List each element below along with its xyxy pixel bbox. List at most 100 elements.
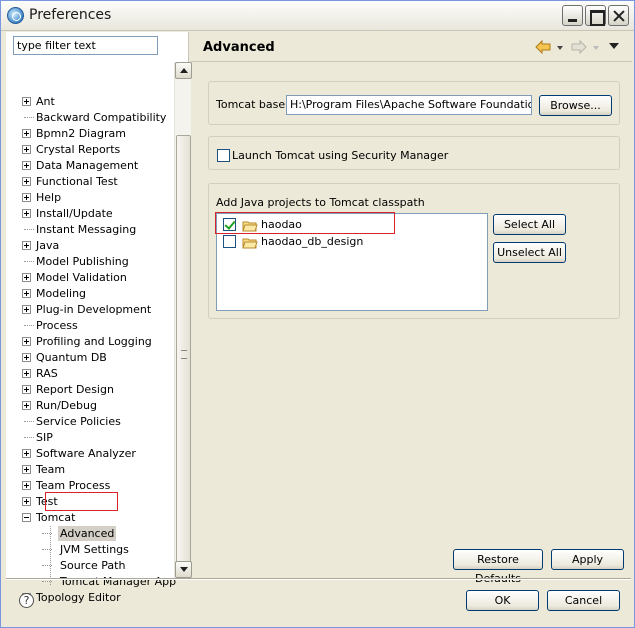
expand-icon[interactable] (22, 465, 31, 474)
back-history-dropdown-icon[interactable] (557, 46, 563, 50)
tree-item-label: Tomcat (36, 511, 76, 524)
expand-icon[interactable] (22, 353, 31, 362)
tree-item-label: SIP (36, 431, 53, 444)
unselect-all-button[interactable]: Unselect All (493, 242, 566, 263)
collapse-icon[interactable] (22, 513, 31, 522)
view-menu-icon[interactable] (609, 43, 619, 49)
tree-item-label: Topology Editor (36, 591, 121, 604)
page-title: Advanced (203, 40, 275, 55)
tree-item-label: Report Design (36, 383, 114, 396)
tree-item-label: Team Process (36, 479, 111, 492)
apply-button[interactable]: Apply (551, 549, 624, 570)
expand-icon[interactable] (22, 209, 31, 218)
folder-icon (242, 237, 258, 249)
expand-icon[interactable] (22, 177, 31, 186)
list-item[interactable]: haodao_db_design (223, 234, 393, 250)
tree-item-label: Model Publishing (36, 255, 129, 268)
tree-connector (50, 526, 51, 585)
tree-connector (24, 117, 34, 118)
expand-icon[interactable] (22, 497, 31, 506)
project-highlight-box (215, 212, 395, 234)
expand-icon[interactable] (22, 129, 31, 138)
tomcat-base-label: Tomcat base (216, 98, 286, 111)
browse-button[interactable]: Browse... (539, 95, 612, 116)
expand-icon[interactable] (22, 369, 31, 378)
tree-item-label: Ant (36, 95, 55, 108)
tree-item-label: Backward Compatibility (36, 111, 167, 124)
tree-item-label: Source Path (60, 559, 126, 572)
title-bar[interactable]: Preferences (1, 1, 634, 31)
tree-connector (42, 533, 52, 534)
help-icon[interactable]: ? (19, 593, 34, 608)
expand-icon[interactable] (22, 481, 31, 490)
tree-item-label: Advanced (58, 526, 117, 541)
tree-connector (24, 421, 34, 422)
footer-separator (6, 578, 631, 580)
expand-icon[interactable] (22, 449, 31, 458)
security-manager-checkbox[interactable] (217, 149, 230, 162)
tree-connector (24, 261, 34, 262)
tree-item-label: Team (36, 463, 66, 476)
page-header: Advanced (191, 32, 632, 62)
tree-item-label: Model Validation (36, 271, 127, 284)
select-all-button[interactable]: Select All (493, 214, 566, 235)
scroll-down-button[interactable] (175, 561, 192, 578)
close-button[interactable] (608, 5, 629, 26)
selection-highlight-box (45, 492, 118, 511)
tree-item-label: Quantum DB (36, 351, 107, 364)
classpath-label: Add Java projects to Tomcat classpath (216, 196, 425, 209)
expand-icon[interactable] (22, 305, 31, 314)
expand-icon[interactable] (22, 401, 31, 410)
restore-defaults-button[interactable]: Restore Defaults (453, 549, 543, 585)
expand-icon[interactable] (22, 385, 31, 394)
project-name: haodao_db_design (261, 235, 364, 248)
scroll-up-button[interactable] (175, 62, 192, 79)
tomcat-base-group: Tomcat base H:\Program Files\Apache Soft… (208, 81, 620, 125)
tree-item-label: Instant Messaging (36, 223, 137, 236)
minimize-button[interactable] (562, 5, 583, 26)
tree-item-label: RAS (36, 367, 58, 380)
tree-item-label: Bpmn2 Diagram (36, 127, 126, 140)
tree-item-label: Software Analyzer (36, 447, 136, 460)
tree-connector (24, 437, 34, 438)
tree-item-label: Crystal Reports (36, 143, 121, 156)
tree-item-label: Service Policies (36, 415, 121, 428)
tree-connector (24, 325, 34, 326)
window-title: Preferences (29, 7, 112, 23)
tree-item-label: Functional Test (36, 175, 118, 188)
tree-item-label: Tomcat Manager App (60, 575, 177, 588)
forward-arrow-icon[interactable] (571, 40, 587, 54)
app-icon (7, 7, 24, 24)
tree-connector (42, 565, 52, 566)
tree-scrollbar[interactable] (174, 62, 192, 578)
tree-item-label: Run/Debug (36, 399, 97, 412)
expand-icon[interactable] (22, 337, 31, 346)
cancel-button[interactable]: Cancel (547, 590, 620, 611)
tree-item-label: Process (36, 319, 78, 332)
expand-icon[interactable] (22, 193, 31, 202)
preferences-window: Preferences Ant Backward Compatibility B… (0, 0, 635, 628)
tree-item-label: Java (36, 239, 60, 252)
tree-item-label: JVM Settings (60, 543, 129, 556)
tree-item-label: Modeling (36, 287, 87, 300)
tree-connector (42, 549, 52, 550)
project-checkbox[interactable] (223, 235, 236, 248)
expand-icon[interactable] (22, 241, 31, 250)
tomcat-base-input[interactable]: H:\Program Files\Apache Software Foundat… (286, 95, 532, 115)
filter-input[interactable] (13, 36, 158, 55)
back-arrow-icon[interactable] (535, 40, 551, 54)
security-manager-label: Launch Tomcat using Security Manager (232, 149, 449, 162)
tree-item-label: Plug-in Development (36, 303, 152, 316)
expand-icon[interactable] (22, 289, 31, 298)
ok-button[interactable]: OK (466, 590, 539, 611)
expand-icon[interactable] (22, 97, 31, 106)
forward-history-dropdown-icon[interactable] (593, 46, 599, 50)
maximize-button[interactable] (585, 5, 606, 26)
expand-icon[interactable] (22, 161, 31, 170)
tree-item-label: Install/Update (36, 207, 113, 220)
scroll-thumb[interactable] (176, 135, 191, 573)
tree-connector (24, 229, 34, 230)
tree-item-label: Data Management (36, 159, 139, 172)
expand-icon[interactable] (22, 273, 31, 282)
expand-icon[interactable] (22, 145, 31, 154)
